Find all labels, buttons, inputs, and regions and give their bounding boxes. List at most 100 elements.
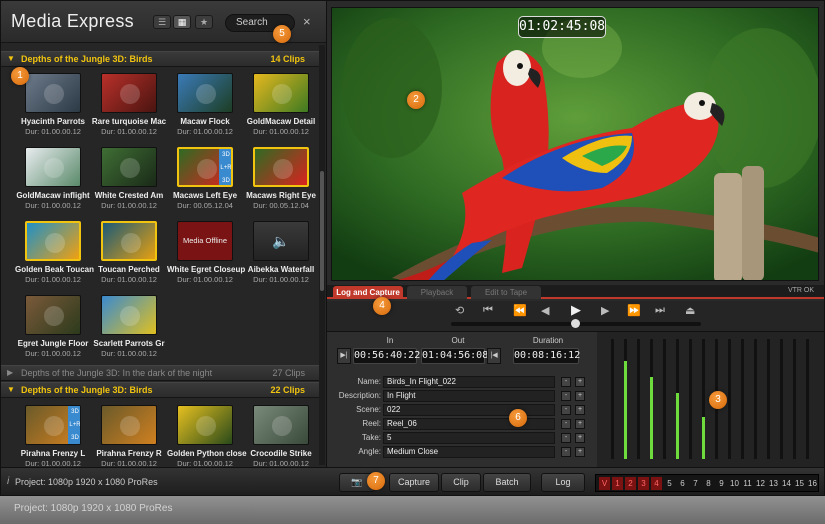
clip-item[interactable]: Macaw Flock Dur: 01.00.00.12	[167, 73, 243, 136]
clip-item[interactable]: Hyacinth Parrots Dur: 01.00.00.12	[15, 73, 91, 136]
channel-toggle[interactable]: 3	[638, 477, 649, 490]
skip-end-icon[interactable]: ⏭	[655, 304, 665, 317]
tab-playback[interactable]: Playback	[407, 286, 467, 299]
clip-item[interactable]: Pirahna Frenzy R Dur: 01.00.00.12	[91, 405, 167, 468]
clip-thumbnail[interactable]	[253, 405, 309, 445]
clip-item[interactable]: Egret Jungle Floor Dur: 01.00.00.12	[15, 295, 91, 358]
metadata-increment-icon[interactable]: +	[575, 377, 585, 387]
list-view-icon[interactable]: ☰	[153, 15, 171, 29]
channel-toggle[interactable]: V	[599, 477, 610, 490]
channel-toggle[interactable]: 15	[794, 477, 805, 490]
clip-thumbnail[interactable]	[25, 295, 81, 335]
clip-item[interactable]: Toucan Perched Dur: 01.00.00.12	[91, 221, 167, 284]
clip-thumbnail[interactable]	[101, 73, 157, 113]
clip-item[interactable]: Scarlett Parrots Gr Dur: 01.00.00.12	[91, 295, 167, 358]
clip-thumbnail[interactable]	[101, 221, 157, 261]
clip-item[interactable]: 🔈 Aibekka Waterfall Dur: 01.00.00.12	[243, 221, 319, 284]
clip-thumbnail[interactable]	[101, 147, 157, 187]
clip-item[interactable]: Golden Python close Dur: 01.00.00.12	[167, 405, 247, 468]
metadata-increment-icon[interactable]: +	[575, 419, 585, 429]
bin-header-birds-2[interactable]: ▼ Depths of the Jungle 3D: Birds 22 Clip…	[1, 382, 319, 398]
play-icon[interactable]: ▶	[571, 302, 581, 318]
clip-item[interactable]: 3D L+R 3D Macaws Left Eye Dur: 00.05.12.04	[167, 147, 243, 210]
tab-log-and-capture[interactable]: Log and Capture	[333, 286, 403, 299]
rewind-icon[interactable]: ⏪	[513, 304, 527, 317]
metadata-field[interactable]: Reel_06	[383, 418, 555, 430]
close-icon[interactable]: ×	[303, 14, 311, 29]
channel-toggle[interactable]: 6	[677, 477, 688, 490]
out-timecode[interactable]: 01:04:56:08	[421, 348, 488, 364]
clip-item[interactable]: Media Offline White Egret Closeup Dur: 01.…	[167, 221, 245, 284]
step-back-icon[interactable]: ◀	[541, 304, 549, 317]
metadata-decrement-icon[interactable]: -	[561, 433, 571, 443]
channel-toggle[interactable]: 7	[690, 477, 701, 490]
clip-item[interactable]: White Crested Am Dur: 01.00.00.12	[91, 147, 167, 210]
clip-thumbnail[interactable]	[25, 73, 81, 113]
channel-toggle[interactable]: 4	[651, 477, 662, 490]
clip-button[interactable]: Clip	[441, 473, 481, 492]
favorites-star-icon[interactable]: ★	[195, 15, 213, 29]
channel-toggle[interactable]: 11	[742, 477, 753, 490]
clip-thumbnail[interactable]	[253, 73, 309, 113]
clip-thumbnail[interactable]	[25, 147, 81, 187]
mark-in-icon[interactable]: ▶|	[337, 348, 351, 364]
thumbnail-view-icon[interactable]: ▦	[173, 15, 191, 29]
clip-thumbnail[interactable]	[101, 295, 157, 335]
clip-item[interactable]: Golden Beak Toucan Dur: 01.00.00.12	[15, 221, 94, 284]
skip-start-icon[interactable]: ⏮	[483, 304, 493, 317]
bin-header-birds[interactable]: ▼ Depths of the Jungle 3D: Birds 14 Clip…	[1, 51, 319, 67]
channel-toggle[interactable]: 9	[716, 477, 727, 490]
mark-out-icon[interactable]: |◀	[487, 348, 501, 364]
metadata-increment-icon[interactable]: +	[575, 391, 585, 401]
clip-thumbnail[interactable]: Media Offline	[177, 221, 233, 261]
info-icon[interactable]: i	[7, 476, 9, 487]
clip-thumbnail[interactable]: 3D L+R 3D	[177, 147, 233, 187]
log-button[interactable]: Log	[541, 473, 585, 492]
bin-header-night[interactable]: ▶ Depths of the Jungle 3D: In the dark o…	[1, 365, 319, 381]
capture-button[interactable]: Capture	[389, 473, 439, 492]
batch-button[interactable]: Batch	[483, 473, 531, 492]
channel-toggle[interactable]: 8	[703, 477, 714, 490]
loop-icon[interactable]: ⟲	[455, 304, 464, 317]
clip-thumbnail[interactable]	[177, 405, 233, 445]
metadata-decrement-icon[interactable]: -	[561, 405, 571, 415]
metadata-field[interactable]: Birds_In Flight_022	[383, 376, 555, 388]
channel-toggle[interactable]: 10	[729, 477, 740, 490]
metadata-decrement-icon[interactable]: -	[561, 447, 571, 457]
clip-thumbnail[interactable]	[25, 221, 81, 261]
metadata-field[interactable]: In Flight	[383, 390, 555, 402]
metadata-increment-icon[interactable]: +	[575, 447, 585, 457]
metadata-decrement-icon[interactable]: -	[561, 377, 571, 387]
metadata-field[interactable]: 5	[383, 432, 555, 444]
clip-thumbnail[interactable]	[177, 73, 233, 113]
metadata-field[interactable]: 022	[383, 404, 555, 416]
fast-forward-icon[interactable]: ⏩	[627, 304, 641, 317]
clip-item[interactable]: Macaws Right Eye Dur: 00.05.12.04	[243, 147, 319, 210]
clip-thumbnail[interactable]: 3D L+R 3D	[25, 405, 81, 445]
tab-edit-to-tape[interactable]: Edit to Tape	[471, 286, 541, 299]
clip-thumbnail[interactable]	[101, 405, 157, 445]
clip-item[interactable]: 3D L+R 3D Pirahna Frenzy L Dur: 01.00.00.12	[15, 405, 91, 468]
channel-toggle[interactable]: 13	[768, 477, 779, 490]
metadata-increment-icon[interactable]: +	[575, 405, 585, 415]
clip-item[interactable]: GoldMacaw inflight Dur: 01.00.00.12	[15, 147, 91, 210]
metadata-decrement-icon[interactable]: -	[561, 391, 571, 401]
channel-toggle[interactable]: 14	[781, 477, 792, 490]
channel-toggle[interactable]: 1	[612, 477, 623, 490]
clip-item[interactable]: Crocodile Strike Dur: 01.00.00.12	[243, 405, 319, 468]
metadata-increment-icon[interactable]: +	[575, 433, 585, 443]
clip-item[interactable]: Rare turquoise Mac Dur: 01.00.00.12	[91, 73, 167, 136]
in-timecode[interactable]: 00:56:40:22	[353, 348, 420, 364]
step-forward-icon[interactable]: ▶	[601, 304, 609, 317]
clip-thumbnail[interactable]: 🔈	[253, 221, 309, 261]
metadata-decrement-icon[interactable]: -	[561, 419, 571, 429]
clip-item[interactable]: GoldMacaw Detail Dur: 01.00.00.12	[243, 73, 319, 136]
channel-toggle[interactable]: 12	[755, 477, 766, 490]
jog-shuttle-knob[interactable]	[571, 319, 580, 328]
clip-thumbnail[interactable]	[253, 147, 309, 187]
metadata-field[interactable]: Medium Close	[383, 446, 555, 458]
channel-toggle[interactable]: 5	[664, 477, 675, 490]
channel-toggle[interactable]: 16	[807, 477, 818, 490]
channel-toggle[interactable]: 2	[625, 477, 636, 490]
eject-icon[interactable]: ⏏	[685, 304, 695, 317]
